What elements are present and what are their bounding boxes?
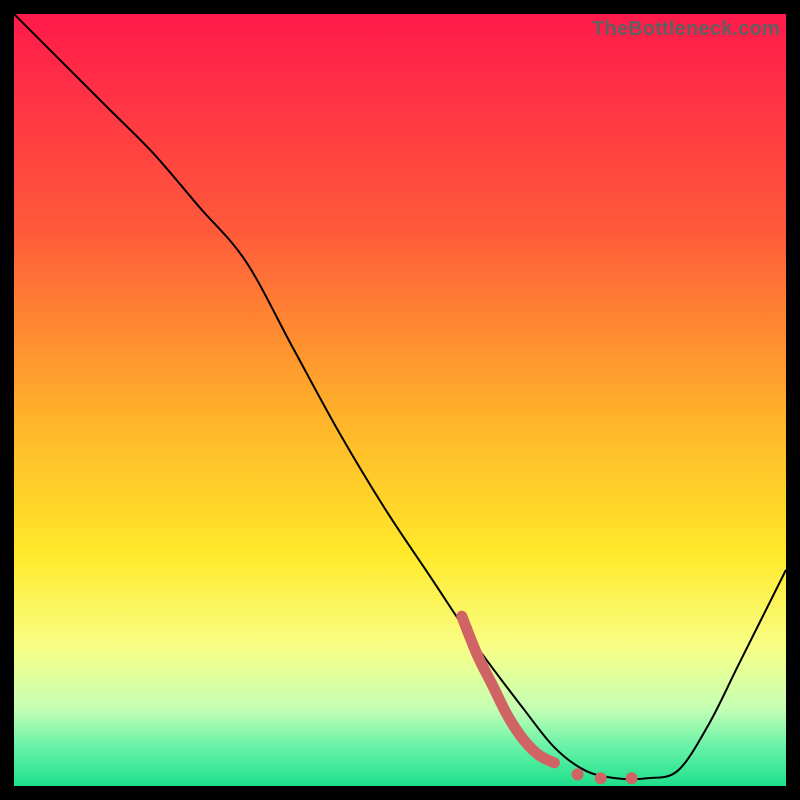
chart-frame: TheBottleneck.com (14, 14, 786, 786)
highlight-dot (572, 768, 584, 780)
highlight-dot (595, 772, 607, 784)
watermark-text: TheBottleneck.com (592, 18, 780, 41)
highlight-dot (626, 772, 638, 784)
chart-svg (14, 14, 786, 786)
